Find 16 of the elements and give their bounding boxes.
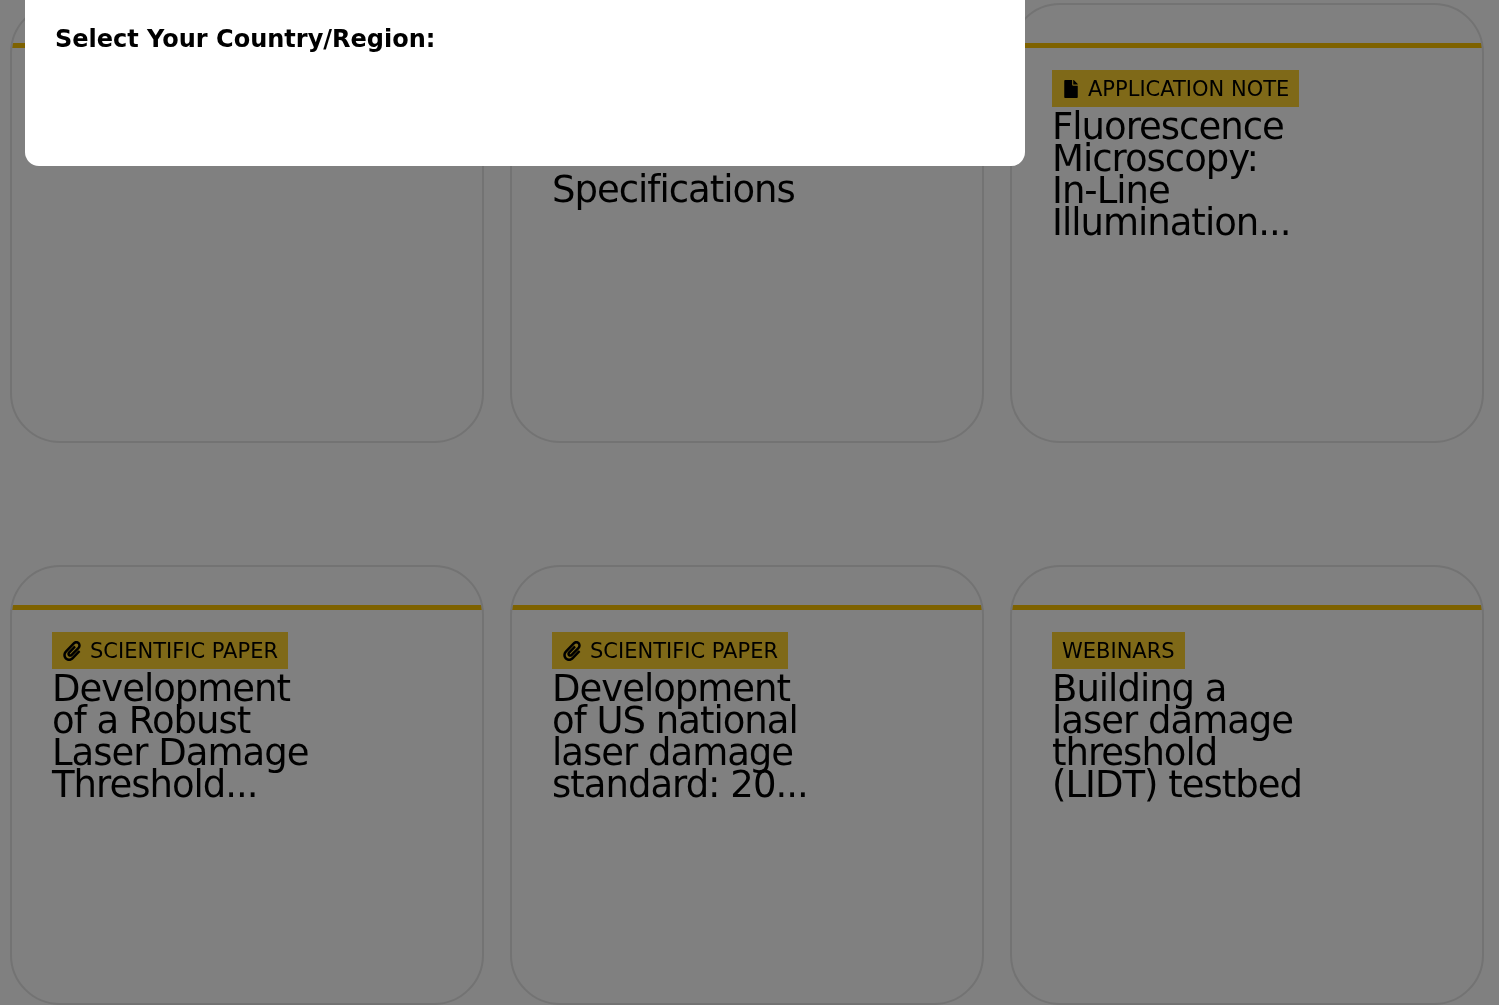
card[interactable]: SCIENTIFIC PAPER Development of a Robust Laser Damage Threshold... [10, 565, 484, 1005]
paperclip-icon [562, 640, 582, 661]
document-icon [1062, 79, 1080, 98]
paperclip-icon [62, 640, 82, 661]
category-badge: APPLICATION NOTE [1052, 70, 1300, 107]
category-badge: SCIENTIFIC PAPER [52, 632, 288, 669]
card-title[interactable]: Development of a Robust Laser Damage Threshold... [52, 673, 309, 801]
card-title[interactable]: Building a laser damage threshold (LIDT) testbed [1052, 673, 1303, 801]
card[interactable]: WEBINARS Building a laser damage threshold (LIDT) testbed [1010, 565, 1484, 1005]
category-badge: WEBINARS [1052, 632, 1185, 669]
card[interactable]: APPLICATION NOTE Fluorescence Microscopy: In-Line Illumination... [1010, 3, 1484, 443]
card-title[interactable]: Fluorescence Microscopy: In-Line Illumination... [1052, 111, 1291, 239]
card-title[interactable]: Development of US national laser damage standard: 20... [552, 673, 808, 801]
dialog-title: Select Your Country/Region: [55, 25, 437, 53]
card[interactable]: SCIENTIFIC PAPER Development of US national laser damage standard: 20... [510, 565, 984, 1005]
category-badge: SCIENTIFIC PAPER [552, 632, 788, 669]
